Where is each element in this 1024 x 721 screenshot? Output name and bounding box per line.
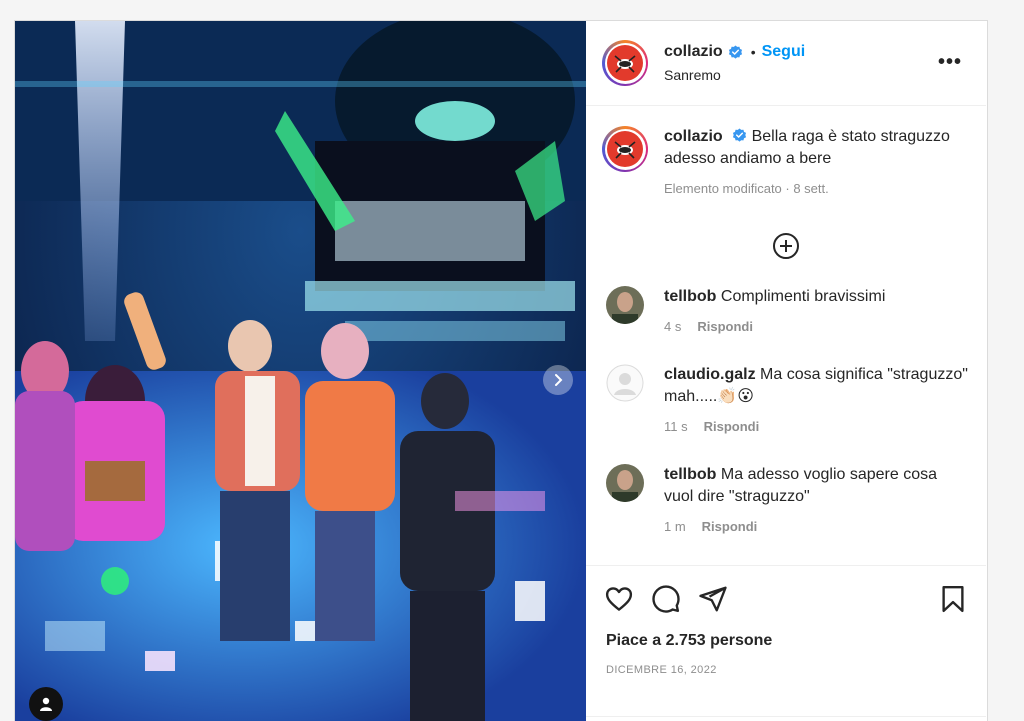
comment-item: claudio.galz Ma cosa significa "straguzz… bbox=[586, 364, 986, 438]
verified-badge-icon bbox=[733, 128, 747, 142]
verified-badge-icon bbox=[728, 44, 742, 59]
share-icon[interactable] bbox=[698, 584, 728, 614]
commenter-avatar[interactable] bbox=[606, 286, 644, 324]
tagged-users-button[interactable] bbox=[29, 687, 63, 721]
header-row: collazio • Segui bbox=[664, 43, 805, 61]
comment-body: claudio.galz Ma cosa significa "straguzz… bbox=[664, 364, 970, 438]
comment-meta: 4 s Rispondi bbox=[664, 316, 970, 338]
post-card: collazio • Segui Sanremo ••• collazio Be… bbox=[14, 20, 988, 721]
reply-button[interactable]: Rispondi bbox=[697, 319, 753, 334]
comment-body: tellbob Ma adesso voglio sapere cosa vuo… bbox=[664, 464, 970, 538]
author-username[interactable]: collazio bbox=[664, 43, 723, 61]
action-icons bbox=[586, 566, 986, 616]
post-actions: Piace a 2.753 persone DICEMBRE 16, 2022 bbox=[586, 565, 986, 676]
post-caption: collazio Bella raga è stato straguzzo ad… bbox=[586, 106, 986, 200]
load-more-comments bbox=[586, 232, 986, 260]
separator-dot: • bbox=[750, 44, 756, 60]
comment-body: tellbob Complimenti bravissimi 4 s Rispon… bbox=[664, 286, 970, 338]
user-icon bbox=[40, 697, 52, 711]
post-photo[interactable] bbox=[15, 21, 586, 721]
comment-username[interactable]: claudio.galz bbox=[664, 366, 756, 383]
likes-count[interactable]: Piace a 2.753 persone bbox=[586, 616, 986, 650]
next-photo-button[interactable] bbox=[543, 365, 573, 395]
avatar-ring bbox=[604, 128, 646, 170]
caption-meta: Elemento modificato · 8 sett. bbox=[664, 181, 829, 196]
follow-button[interactable]: Segui bbox=[762, 43, 806, 61]
caption-username[interactable]: collazio bbox=[664, 128, 723, 145]
divider bbox=[586, 716, 986, 717]
caption-avatar[interactable] bbox=[602, 126, 648, 172]
comment-item: tellbob Complimenti bravissimi 4 s Rispon… bbox=[586, 286, 986, 338]
comment-icon[interactable] bbox=[651, 584, 681, 614]
comment-text: Complimenti bravissimi bbox=[720, 288, 886, 305]
comment-item: tellbob Ma adesso voglio sapere cosa vuo… bbox=[586, 464, 986, 538]
concert-photo bbox=[15, 21, 586, 721]
comment-time: 4 s bbox=[664, 319, 682, 334]
caption-body: collazio Bella raga è stato straguzzo ad… bbox=[664, 126, 964, 200]
header-names: collazio • Segui Sanremo bbox=[664, 43, 805, 83]
comment-username[interactable]: tellbob bbox=[664, 466, 716, 483]
post-date: DICEMBRE 16, 2022 bbox=[606, 664, 717, 676]
comment-meta: 11 s Rispondi bbox=[664, 416, 970, 438]
plus-circle-icon[interactable] bbox=[772, 232, 800, 260]
bookmark-icon[interactable] bbox=[938, 584, 968, 614]
post-header: collazio • Segui Sanremo ••• bbox=[586, 21, 986, 106]
default-avatar-icon[interactable] bbox=[606, 364, 644, 402]
more-options-icon[interactable]: ••• bbox=[938, 51, 962, 74]
comment-time: 1 m bbox=[664, 519, 686, 534]
post-location[interactable]: Sanremo bbox=[664, 67, 805, 83]
collazio-logo bbox=[607, 45, 643, 81]
post-sidebar: collazio • Segui Sanremo ••• collazio Be… bbox=[586, 21, 986, 721]
reply-button[interactable]: Rispondi bbox=[704, 419, 760, 434]
heart-icon[interactable] bbox=[604, 584, 634, 614]
avatar-ring bbox=[604, 42, 646, 84]
commenter-avatar[interactable] bbox=[606, 464, 644, 502]
comment-time: 11 s bbox=[664, 419, 688, 434]
bug-logo-icon bbox=[614, 55, 636, 73]
collazio-logo bbox=[607, 131, 643, 167]
comment-meta: 1 m Rispondi bbox=[664, 516, 970, 538]
comment-username[interactable]: tellbob bbox=[664, 288, 716, 305]
bug-logo-icon bbox=[614, 141, 636, 159]
author-avatar[interactable] bbox=[602, 40, 648, 86]
comments-list: tellbob Complimenti bravissimi 4 s Rispon… bbox=[586, 286, 986, 564]
chevron-right-icon bbox=[555, 374, 563, 386]
reply-button[interactable]: Rispondi bbox=[702, 519, 758, 534]
